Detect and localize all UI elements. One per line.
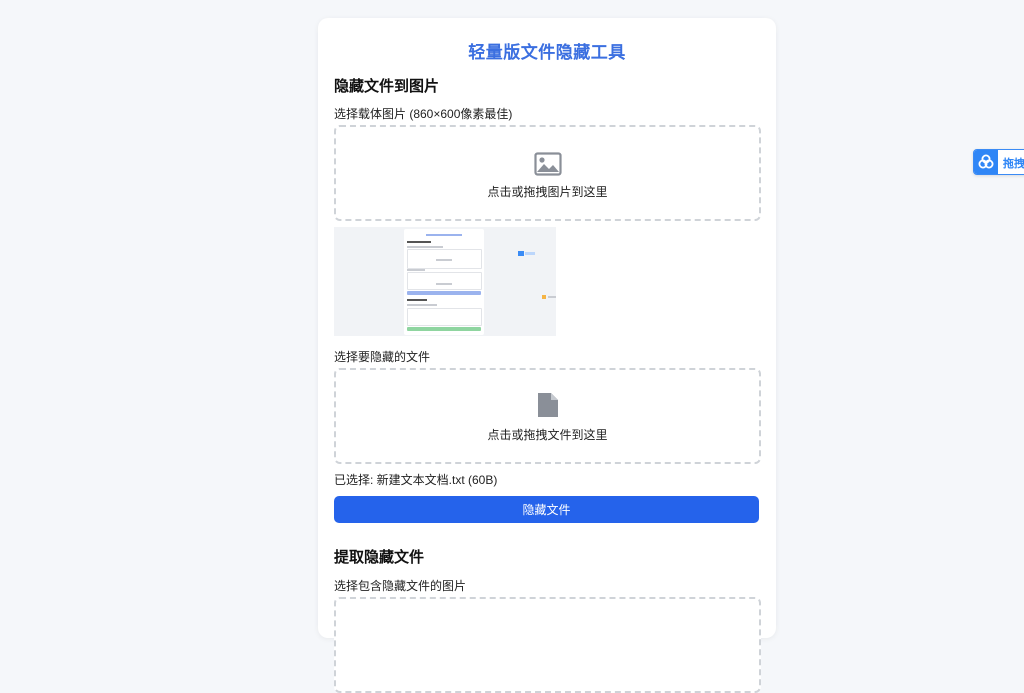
hidden-file-label: 选择要隐藏的文件 [334, 350, 431, 364]
widget-logo-icon [974, 150, 998, 174]
page-title: 轻量版文件隐藏工具 [468, 43, 626, 62]
extract-section-heading: 提取隐藏文件 [334, 549, 425, 566]
image-preview [334, 227, 556, 336]
file-icon [537, 392, 559, 423]
widget-label: 拖拽宝 [1003, 158, 1024, 170]
hide-section-heading: 隐藏文件到图片 [334, 78, 440, 95]
file-dropzone[interactable]: 点击或拖拽文件到这里 [334, 368, 761, 464]
floating-drag-widget[interactable]: 拖拽宝 [973, 149, 1024, 175]
carrier-image-label: 选择载体图片 (860×600像素最佳) [334, 107, 513, 121]
hide-file-button[interactable]: 隐藏文件 [334, 496, 759, 523]
file-dropzone-text: 点击或拖拽文件到这里 [487, 428, 608, 442]
selected-file-text: 已选择: 新建文本文档.txt (60B) [334, 473, 498, 487]
main-card: 轻量版文件隐藏工具 隐藏文件到图片 选择载体图片 (860×600像素最佳) 点… [318, 18, 776, 693]
image-icon [533, 152, 562, 181]
image-dropzone[interactable]: 点击或拖拽图片到这里 [334, 125, 761, 221]
image-dropzone-text: 点击或拖拽图片到这里 [487, 185, 608, 199]
extract-image-label: 选择包含隐藏文件的图片 [334, 579, 467, 593]
preview-thumbnail [404, 229, 484, 335]
extract-image-dropzone[interactable] [334, 597, 761, 693]
